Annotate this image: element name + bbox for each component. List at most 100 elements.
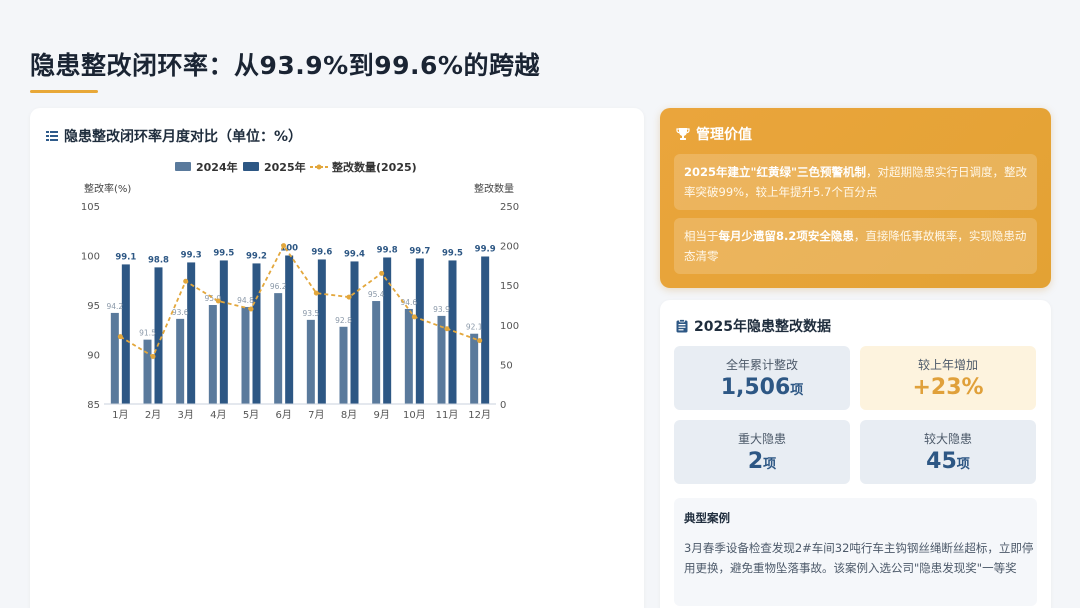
x-tick-label: 9月 (373, 409, 389, 421)
bar-2025 (121, 264, 130, 404)
bar-2024-value-label: 96.2 (270, 282, 287, 291)
bar-2025-value-label: 99.7 (409, 246, 430, 256)
bar-2025-value-label: 99.5 (213, 248, 234, 258)
bar-2025 (350, 261, 359, 404)
value-card-title: 管理价值 (676, 124, 752, 144)
stat-value: 45项 (926, 449, 970, 474)
line-point (248, 306, 254, 312)
y-right-tick-label: 250 (500, 202, 519, 213)
y-right-tick-label: 50 (500, 360, 513, 371)
line-point (215, 298, 221, 304)
bar-2024 (143, 339, 152, 404)
bar-2025-value-label: 99.5 (442, 248, 463, 258)
bar-2024 (241, 306, 250, 404)
line-point (313, 290, 319, 296)
stat-label: 全年累计整改 (725, 358, 798, 372)
data-card-title: 2025年隐患整改数据 (676, 316, 831, 336)
rectification-data-card: 2025年隐患整改数据 全年累计整改 1,506项 较上年增加 +23% 重大隐… (660, 300, 1051, 608)
line-series-rectification-count (119, 243, 480, 358)
x-tick-label: 7月 (308, 409, 324, 421)
chart-card: 隐患整改闭环率月度对比（单位：%） 2024年 2025年 整改数量(2025) 整改… (30, 108, 644, 608)
case-text: 3月春季设备检查发现2#车间32吨行车主钩钢丝绳断丝超标，立即停用更换，避免重物… (684, 541, 1034, 575)
bar-2025 (219, 260, 228, 404)
bar-2024 (339, 326, 348, 404)
combo-chart: 2024年 2025年 整改数量(2025) 整改率(%) 整改数量 85 90 95 100 1… (81, 160, 519, 421)
line-point (183, 278, 189, 284)
value-item2-pre: 相当于 (684, 229, 719, 243)
legend-swatch-2025 (243, 162, 259, 171)
stat-total-rectified: 全年累计整改 1,506项 (674, 346, 850, 410)
bar-2024 (437, 315, 446, 404)
bar-2025 (285, 255, 294, 404)
line-point (477, 338, 483, 344)
bar-2024 (208, 305, 217, 404)
legend-label-line: 整改数量(2025) (331, 160, 417, 174)
bar-2024 (176, 318, 185, 404)
stat-label: 重大隐患 (737, 432, 786, 446)
bar-2024-value-label: 93.9 (433, 305, 450, 314)
bar-2025-value-label: 99.9 (475, 244, 496, 254)
x-tick-label: 11月 (436, 409, 459, 421)
bar-2024 (110, 312, 119, 404)
list-chart-icon (46, 130, 58, 142)
bar-2025-value-label: 99.8 (377, 245, 398, 255)
value-item1-bold: 2025年建立"红黄绿"三色预警机制 (684, 165, 866, 179)
value-item-warning: 2025年建立"红黄绿"三色预警机制，对超期隐患实行日调度，整改率突破99%，较… (674, 154, 1037, 210)
bar-2025-value-label: 99.3 (181, 250, 202, 260)
y-right-tick-label: 150 (500, 281, 519, 292)
clipboard-icon (676, 319, 688, 333)
case-title: 典型案例 (684, 511, 730, 525)
value-item2-bold: 每月少遗留8.2项安全隐患 (718, 229, 854, 243)
legend-label-2024: 2024年 (196, 160, 238, 174)
x-tick-label: 4月 (210, 409, 226, 421)
typical-case-box: 典型案例 3月春季设备检查发现2#车间32吨行车主钩钢丝绳断丝超标，立即停用更换… (674, 498, 1037, 606)
stat-value: +23% (912, 375, 984, 400)
y-left-tick-label: 100 (81, 252, 100, 263)
bar-2024-value-label: 92.8 (335, 316, 352, 325)
line-point (281, 243, 287, 249)
bar-2024 (274, 293, 283, 404)
stat-value: 1,506项 (720, 375, 804, 400)
x-tick-label: 5月 (243, 409, 259, 421)
x-tick-label: 8月 (341, 409, 357, 421)
bar-2024-value-label: 92.1 (466, 323, 483, 332)
stat-yoy-increase: 较上年增加 +23% (860, 346, 1036, 410)
bar-2024 (470, 333, 479, 404)
bar-2025 (415, 258, 424, 404)
x-tick-label: 2月 (145, 409, 161, 421)
bar-2024-value-label: 93.5 (302, 309, 319, 318)
x-tick-label: 6月 (275, 409, 291, 421)
y-right-tick-label: 100 (500, 321, 519, 332)
trophy-icon (676, 128, 690, 140)
bar-2024-value-label: 94.8 (237, 296, 254, 305)
x-tick-label: 12月 (468, 409, 491, 421)
legend-label-2025: 2025年 (264, 160, 306, 174)
value-card-title-text: 管理价值 (696, 127, 752, 143)
chart-heading-text: 隐患整改闭环率月度对比（单位：%） (64, 129, 303, 145)
bar-2025-value-label: 98.8 (148, 255, 169, 265)
page-title: 隐患整改闭环率：从93.9%到99.6%的跨越 (30, 51, 540, 80)
line-point (117, 334, 123, 340)
stat-label: 较大隐患 (923, 432, 972, 446)
x-tick-label: 10月 (403, 409, 426, 421)
x-tick-label: 1月 (112, 409, 128, 421)
line-point (150, 353, 156, 359)
bar-2025-value-label: 99.6 (311, 247, 332, 257)
bar-2025 (317, 259, 326, 404)
management-value-card: 管理价值 2025年建立"红黄绿"三色预警机制，对超期隐患实行日调度，整改率突破… (660, 108, 1051, 288)
y-left-axis-title: 整改率(%) (84, 182, 131, 195)
y-right-tick-label: 200 (500, 242, 519, 253)
title-underline (30, 90, 98, 93)
value-item-benefit: 相当于每月少遗留8.2项安全隐患，直接降低事故概率，实现隐患动态清零 (674, 218, 1037, 274)
bar-2025-value-label: 99.2 (246, 251, 267, 261)
line-point (444, 326, 450, 332)
bar-2024 (372, 301, 381, 404)
y-right-tick-label: 0 (500, 400, 506, 411)
bar-2024-value-label: 93.6 (172, 308, 189, 317)
bar-2024-value-label: 91.5 (139, 329, 156, 338)
bar-2024-value-label: 94.2 (106, 302, 123, 311)
x-tick-label: 3月 (177, 409, 193, 421)
line-point (379, 270, 385, 276)
stat-major-hazards: 重大隐患 2项 (674, 420, 850, 484)
bar-2025-value-label: 99.1 (115, 252, 136, 262)
